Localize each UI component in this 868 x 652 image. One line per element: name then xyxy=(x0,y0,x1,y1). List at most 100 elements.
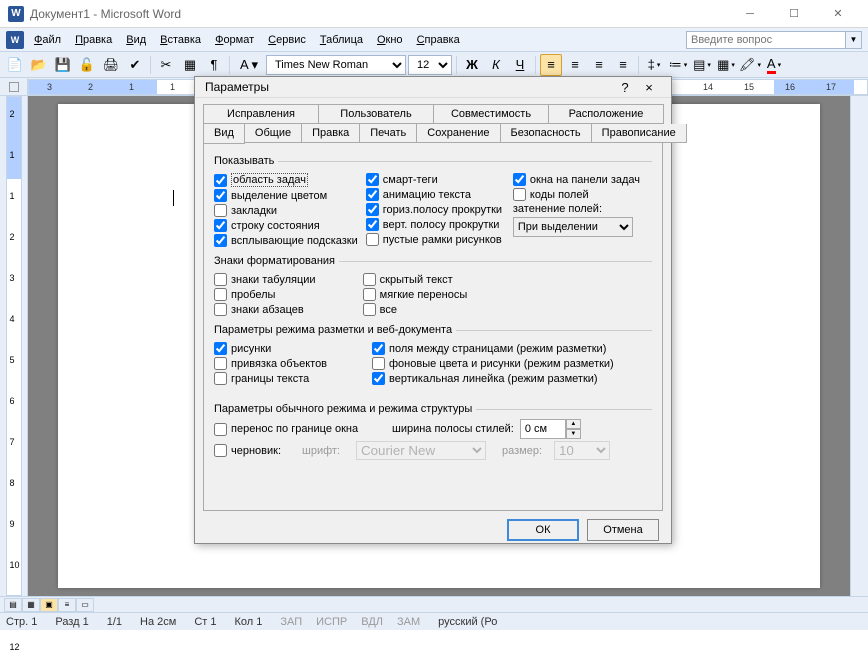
tab-Пользователь[interactable]: Пользователь xyxy=(318,104,434,124)
checkbox-скрытый-текст[interactable]: скрытый текст xyxy=(363,273,504,286)
minimize-button[interactable]: ─ xyxy=(728,0,772,28)
spelling-icon[interactable]: ✔ xyxy=(124,54,146,76)
checkbox-всплывающие-подсказки[interactable]: всплывающие подсказки xyxy=(214,234,358,247)
tab-Совместимость[interactable]: Совместимость xyxy=(433,104,549,124)
checkbox-input[interactable] xyxy=(372,357,385,370)
checkbox-input[interactable] xyxy=(214,342,227,355)
checkbox-draft-font[interactable]: черновик: xyxy=(214,444,294,457)
checkbox-input[interactable] xyxy=(363,303,376,316)
view-normal-button[interactable]: ▤ xyxy=(4,598,22,612)
menu-item-вид[interactable]: Вид xyxy=(120,32,152,48)
save-icon[interactable]: 💾 xyxy=(52,54,74,76)
tab-Общие[interactable]: Общие xyxy=(244,124,302,143)
checkbox-input[interactable] xyxy=(363,288,376,301)
tab-Правописание[interactable]: Правописание xyxy=(591,124,687,143)
checkbox-input[interactable] xyxy=(366,188,379,201)
indent-icon[interactable]: ▤ xyxy=(691,54,713,76)
line-spacing-icon[interactable]: ‡ xyxy=(643,54,665,76)
spinner-down[interactable]: ▼ xyxy=(566,429,581,439)
checkbox-input[interactable] xyxy=(366,218,379,231)
checkbox-знаки-абзацев[interactable]: знаки абзацев xyxy=(214,303,355,316)
checkbox-input[interactable] xyxy=(214,288,227,301)
paragraph-icon[interactable]: ¶ xyxy=(203,54,225,76)
help-question-input[interactable] xyxy=(686,31,846,49)
checkbox-input[interactable] xyxy=(214,219,227,232)
tab-Безопасность[interactable]: Безопасность xyxy=(500,124,592,143)
checkbox-input[interactable] xyxy=(214,189,227,202)
align-justify-icon[interactable]: ≡ xyxy=(612,54,634,76)
tab-Исправления[interactable]: Исправления xyxy=(203,104,319,124)
menu-item-сервис[interactable]: Сервис xyxy=(262,32,312,48)
checkbox-input[interactable] xyxy=(366,173,379,186)
checkbox-пробелы[interactable]: пробелы xyxy=(214,288,355,301)
menu-item-таблица[interactable]: Таблица xyxy=(314,32,369,48)
font-size-combo[interactable]: 12 xyxy=(408,55,452,75)
checkbox-фоновые-цвета-и-рисунки-(режим-разметки)[interactable]: фоновые цвета и рисунки (режим разметки) xyxy=(372,357,652,370)
menu-item-окно[interactable]: Окно xyxy=(371,32,409,48)
checkbox-input[interactable] xyxy=(214,357,227,370)
help-question-dropdown[interactable]: ▼ xyxy=(846,31,862,49)
tab-Вид[interactable]: Вид xyxy=(203,124,245,144)
checkbox-input[interactable] xyxy=(366,203,379,216)
status-mode-ЗАП[interactable]: ЗАП xyxy=(280,616,302,628)
borders-icon[interactable]: ▦ xyxy=(715,54,737,76)
bold-icon[interactable]: Ж xyxy=(461,54,483,76)
bullets-icon[interactable]: ≔ xyxy=(667,54,689,76)
checkbox-знаки-табуляции[interactable]: знаки табуляции xyxy=(214,273,355,286)
italic-icon[interactable]: К xyxy=(485,54,507,76)
tab-Расположение[interactable]: Расположение xyxy=(548,104,664,124)
ok-button[interactable]: ОК xyxy=(507,519,579,541)
status-mode-ВДЛ[interactable]: ВДЛ xyxy=(361,616,383,628)
permission-icon[interactable]: 🔓 xyxy=(76,54,98,76)
tab-Сохранение[interactable]: Сохранение xyxy=(416,124,500,143)
checkbox-границы-текста[interactable]: границы текста xyxy=(214,372,364,385)
view-print-button[interactable]: ▣ xyxy=(40,598,58,612)
word-icon[interactable]: W xyxy=(6,31,24,49)
checkbox-гориз.полосу-прокрутки[interactable]: гориз.полосу прокрутки xyxy=(366,203,505,216)
checkbox-input[interactable] xyxy=(214,372,227,385)
checkbox-выделение-цветом[interactable]: выделение цветом xyxy=(214,189,358,202)
style-width-spinner[interactable]: ▲▼ xyxy=(520,419,581,439)
view-web-button[interactable]: ▦ xyxy=(22,598,40,612)
checkbox-пустые-рамки-рисунков[interactable]: пустые рамки рисунков xyxy=(366,233,505,246)
view-reading-button[interactable]: ▭ xyxy=(76,598,94,612)
checkbox-wrap-to-window[interactable]: перенос по границе окна xyxy=(214,423,384,436)
font-color-icon[interactable]: A xyxy=(763,54,785,76)
menu-item-файл[interactable]: Файл xyxy=(28,32,67,48)
menu-item-справка[interactable]: Справка xyxy=(411,32,466,48)
highlight-icon[interactable]: 🖍 xyxy=(739,54,761,76)
menu-item-правка[interactable]: Правка xyxy=(69,32,118,48)
style-width-input[interactable] xyxy=(520,419,566,439)
view-outline-button[interactable]: ≡ xyxy=(58,598,76,612)
vertical-scrollbar[interactable] xyxy=(850,96,868,596)
status-mode-ИСПР[interactable]: ИСПР xyxy=(316,616,347,628)
checkbox-input[interactable] xyxy=(214,303,227,316)
menu-item-формат[interactable]: Формат xyxy=(209,32,260,48)
print-icon[interactable]: 🖨 xyxy=(100,54,122,76)
cut-icon[interactable]: ✂ xyxy=(155,54,177,76)
checkbox-смарт-теги[interactable]: смарт-теги xyxy=(366,173,505,186)
status-mode-ЗАМ[interactable]: ЗАМ xyxy=(397,616,420,628)
checkbox-wrap-input[interactable] xyxy=(214,423,227,436)
dialog-help-button[interactable]: ? xyxy=(613,77,637,97)
checkbox-мягкие-переносы[interactable]: мягкие переносы xyxy=(363,288,504,301)
tab-Печать[interactable]: Печать xyxy=(359,124,417,143)
checkbox-коды-полей[interactable]: коды полей xyxy=(513,188,652,201)
open-icon[interactable]: 📂 xyxy=(28,54,50,76)
checkbox-input[interactable] xyxy=(363,273,376,286)
checkbox-верт.-полосу-прокрутки[interactable]: верт. полосу прокрутки xyxy=(366,218,505,231)
align-center-icon[interactable]: ≡ xyxy=(564,54,586,76)
checkbox-input[interactable] xyxy=(214,204,227,217)
checkbox-input[interactable] xyxy=(214,174,227,187)
checkbox-input[interactable] xyxy=(214,234,227,247)
checkbox-input[interactable] xyxy=(214,273,227,286)
checkbox-input[interactable] xyxy=(372,372,385,385)
checkbox-закладки[interactable]: закладки xyxy=(214,204,358,217)
style-combo[interactable]: A ▾ xyxy=(234,54,264,76)
checkbox-input[interactable] xyxy=(372,342,385,355)
underline-icon[interactable]: Ч xyxy=(509,54,531,76)
font-name-combo[interactable]: Times New Roman xyxy=(266,55,406,75)
align-left-icon[interactable]: ≡ xyxy=(540,54,562,76)
checkbox-область-задач[interactable]: область задач xyxy=(214,173,358,187)
close-window-button[interactable]: ✕ xyxy=(816,0,860,28)
